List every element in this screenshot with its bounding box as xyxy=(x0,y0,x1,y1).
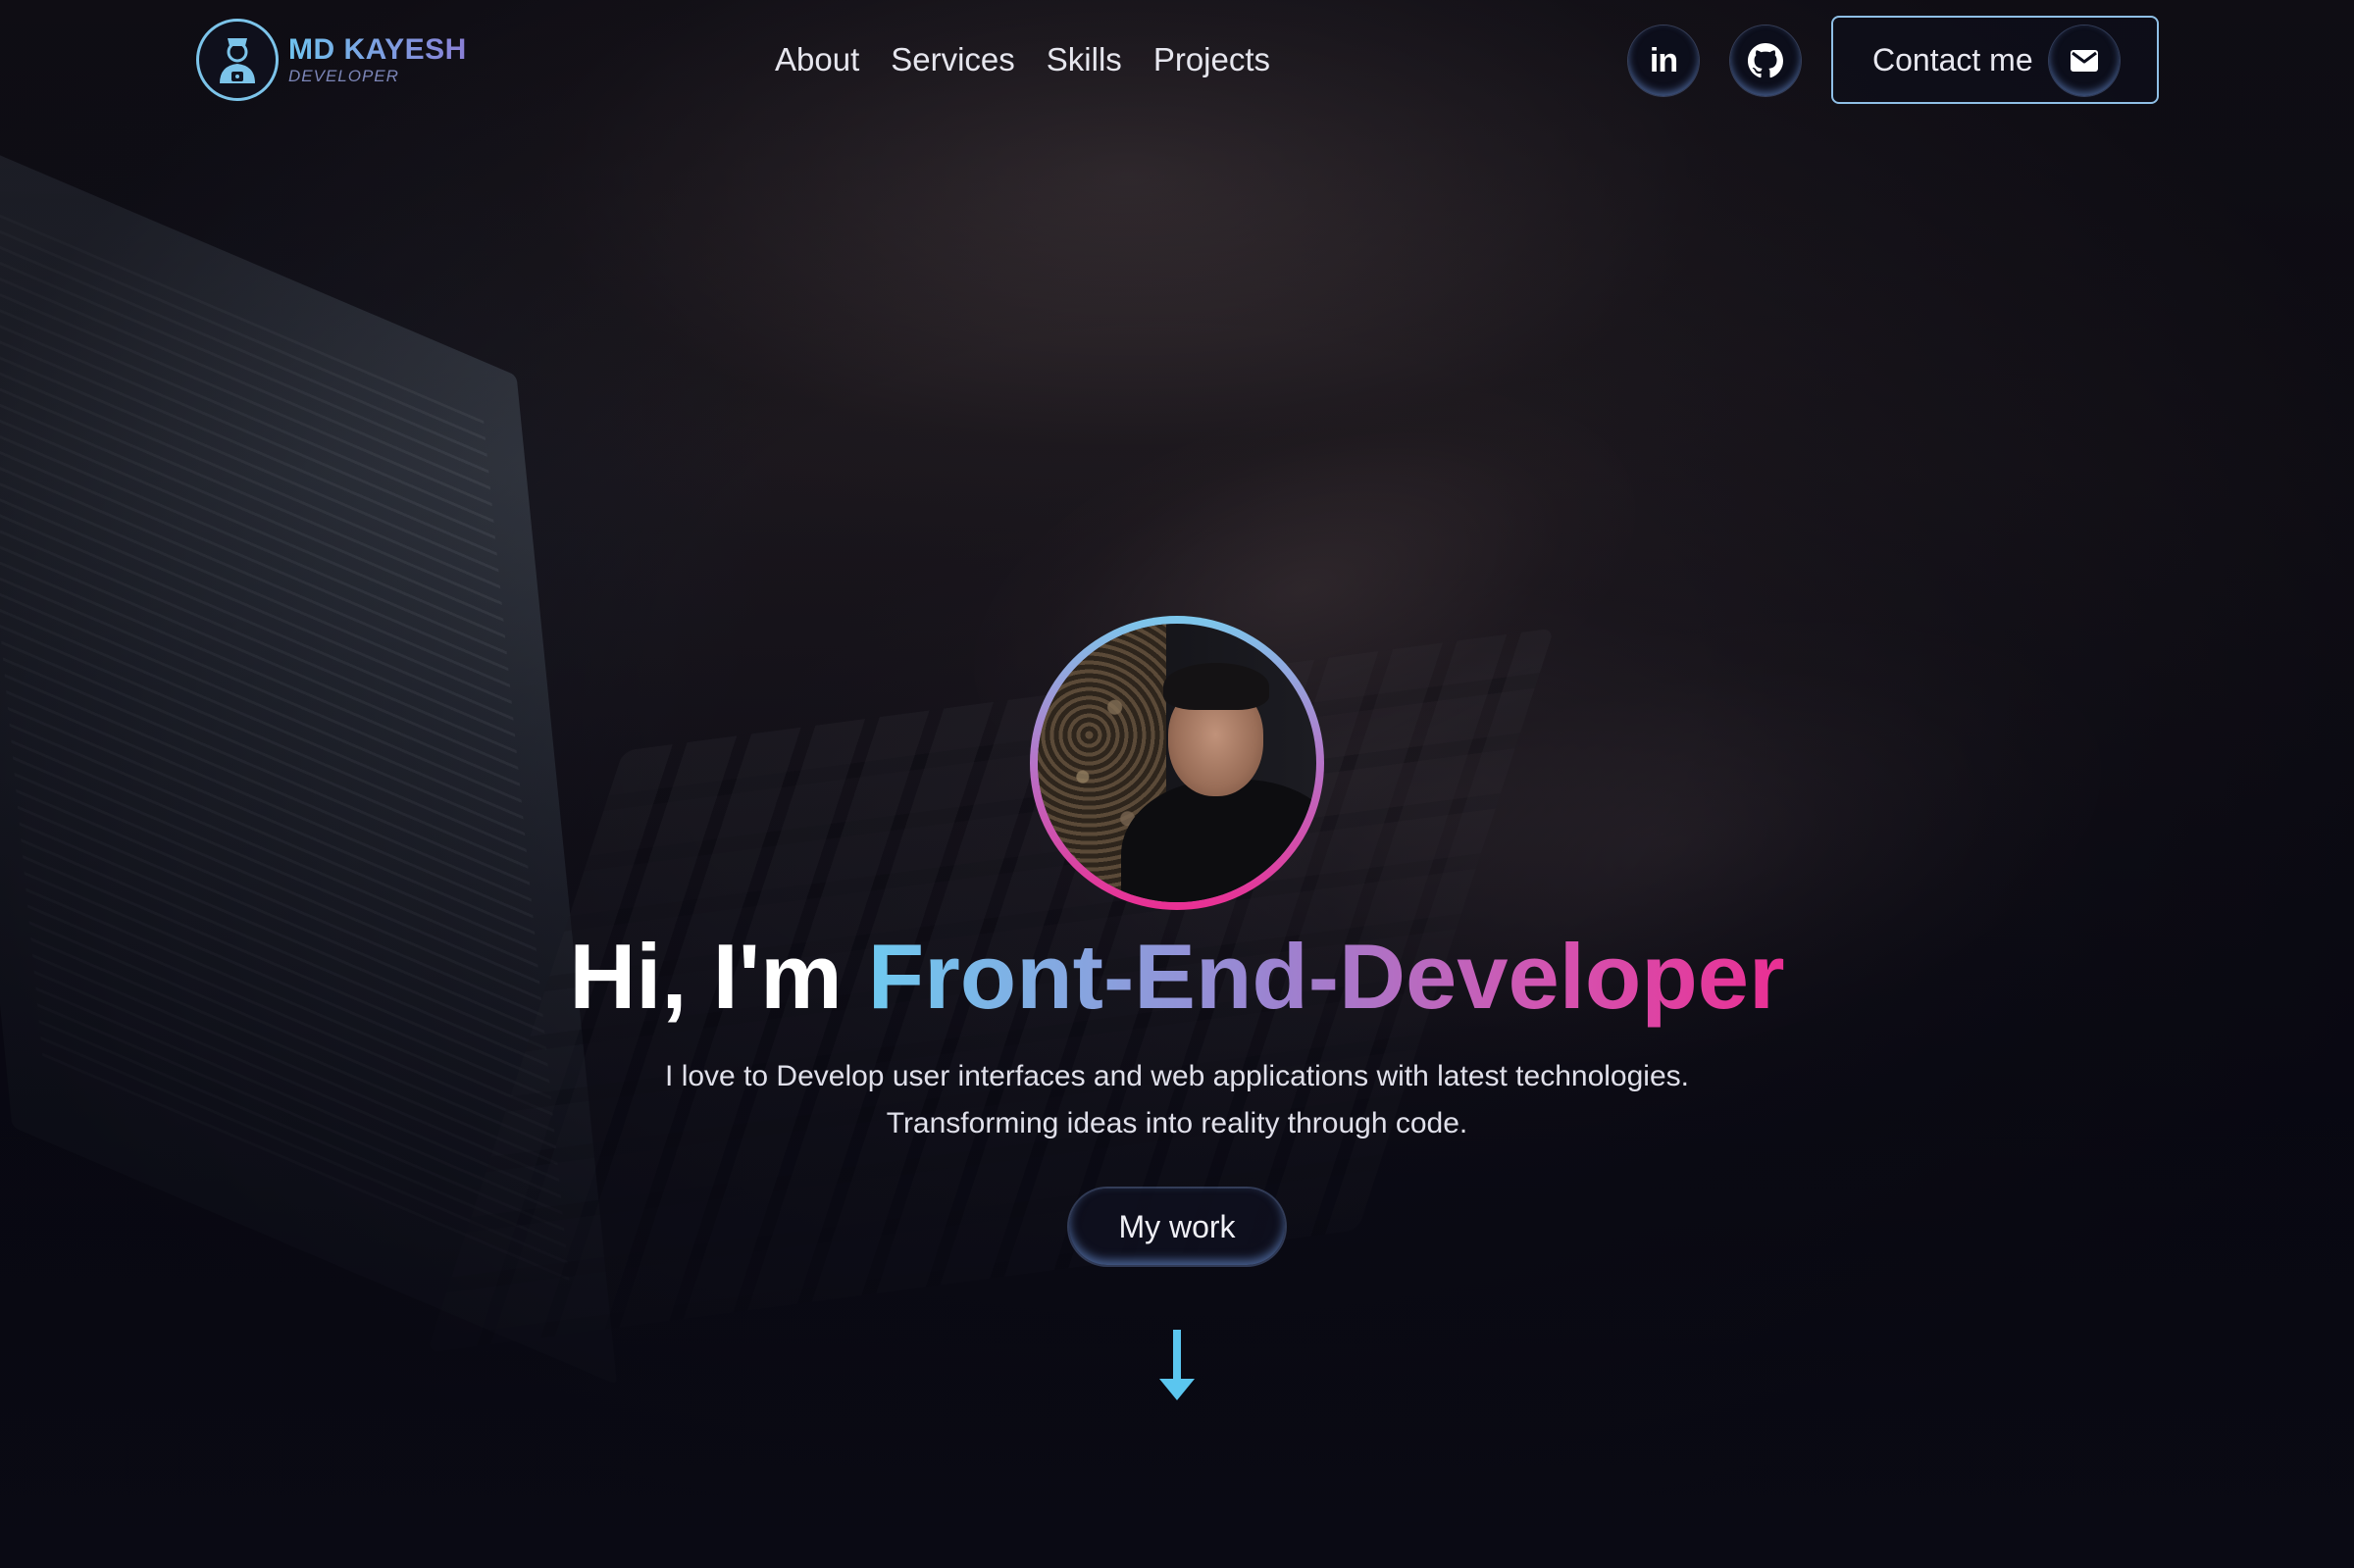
logo-subtitle: DEVELOPER xyxy=(288,67,399,85)
site-header: MD KAYESH DEVELOPER About Services Skill… xyxy=(0,0,2354,120)
hero-description-line-2: Transforming ideas into reality through … xyxy=(886,1107,1468,1139)
linkedin-button[interactable]: in xyxy=(1628,25,1699,96)
hero-role: Front-End-Developer xyxy=(867,925,1785,1028)
profile-photo-ring xyxy=(1030,616,1324,910)
profile-photo xyxy=(1038,624,1316,902)
nav-link-about[interactable]: About xyxy=(775,41,859,78)
hero-description: I love to Develop user interfaces and we… xyxy=(0,1053,2354,1147)
contact-me-label: Contact me xyxy=(1872,41,2033,77)
contact-me-button[interactable]: Contact me xyxy=(1831,16,2159,104)
mail-icon xyxy=(2049,25,2120,96)
nav-link-projects[interactable]: Projects xyxy=(1153,41,1270,78)
arrow-down-icon[interactable] xyxy=(1157,1330,1197,1404)
nav-link-services[interactable]: Services xyxy=(891,41,1015,78)
github-button[interactable] xyxy=(1730,25,1801,96)
developer-avatar-icon xyxy=(196,19,279,101)
github-icon xyxy=(1748,43,1783,78)
site-logo[interactable]: MD KAYESH DEVELOPER xyxy=(196,18,467,102)
hero-greeting: Hi, I'm xyxy=(569,925,843,1028)
main-nav: About Services Skills Projects xyxy=(775,35,1270,84)
nav-link-skills[interactable]: Skills xyxy=(1047,41,1122,78)
logo-name: MD KAYESH xyxy=(288,33,467,66)
hero-headline: Hi, I'm Front-End-Developer xyxy=(0,926,2354,1027)
my-work-button[interactable]: My work xyxy=(1069,1189,1285,1265)
linkedin-icon: in xyxy=(1649,41,1678,79)
hero-description-line-1: I love to Develop user interfaces and we… xyxy=(665,1060,1689,1092)
